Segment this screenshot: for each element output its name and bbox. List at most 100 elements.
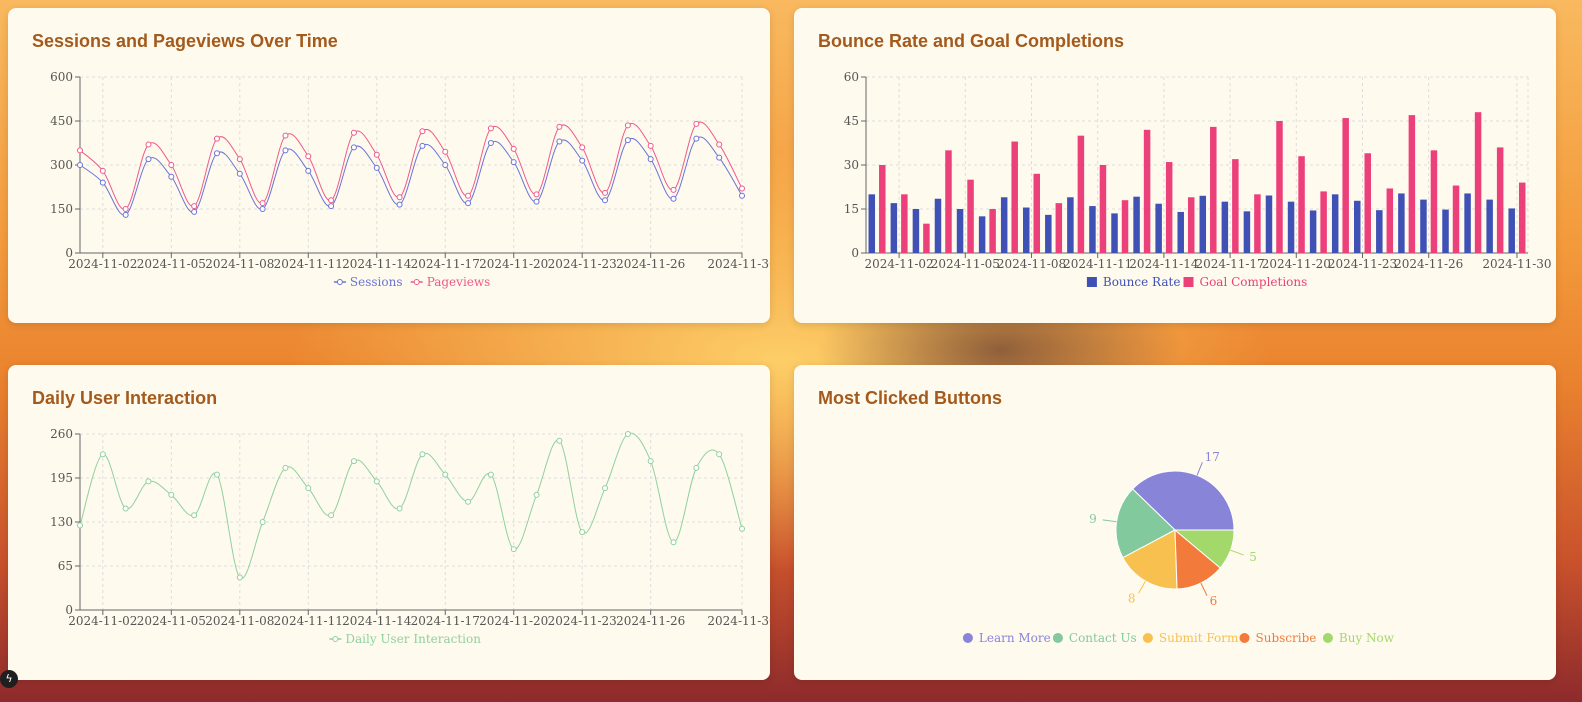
legend-label: Daily User Interaction (345, 632, 481, 646)
daily-interaction-chart: 0651301952602024-11-02 2024-11-05 2024-11-… (50, 427, 770, 646)
bar (1265, 195, 1273, 253)
data-point (305, 485, 312, 492)
data-point (533, 191, 540, 198)
bar (1474, 112, 1482, 253)
data-point (579, 529, 586, 536)
legend-swatch (962, 633, 973, 643)
data-point (419, 128, 426, 135)
x-tick-label: 2024-11-30 (707, 257, 770, 271)
data-point (693, 120, 700, 127)
legend-item: Sessions (333, 275, 403, 289)
pie-value-label: 8 (1128, 591, 1136, 605)
data-point (77, 147, 83, 154)
x-tick-label: 2024-11-23 (548, 614, 617, 628)
legend-item: Learn More (962, 631, 1051, 645)
bar (1320, 191, 1327, 253)
data-point (716, 451, 723, 458)
pie-value-label: 6 (1210, 594, 1218, 608)
data-point (579, 157, 586, 164)
x-tick-label: 2024-11-14 (342, 614, 412, 628)
pie-label-line (1196, 462, 1203, 476)
y-tick-label: 300 (50, 158, 73, 172)
data-point (282, 464, 289, 471)
data-point (122, 211, 129, 218)
y-tick-label: 130 (50, 515, 73, 529)
bar (1089, 206, 1096, 253)
x-tick-label: 2024-11-02 (865, 257, 934, 271)
legend-swatch (1183, 277, 1194, 287)
data-point (145, 141, 152, 148)
legend-swatch (332, 636, 339, 642)
y-tick-label: 0 (851, 246, 859, 260)
data-point (419, 142, 426, 149)
bar (1000, 197, 1008, 253)
data-point (328, 512, 335, 519)
x-tick-label: 2024-11-17 (411, 257, 480, 271)
bar (1199, 195, 1207, 253)
data-point (259, 206, 266, 212)
data-point (602, 485, 609, 492)
pie-label-line (1200, 582, 1208, 596)
legend-item: Buy Now (1322, 631, 1395, 645)
data-point (328, 197, 335, 204)
data-point (396, 505, 403, 512)
data-point (556, 138, 563, 145)
data-point (442, 162, 449, 168)
data-point (716, 141, 723, 148)
bar (1254, 194, 1261, 253)
data-point (350, 129, 357, 136)
x-tick-label: 2024-11-05 (931, 257, 1000, 271)
x-tick-label: 2024-11-26 (616, 257, 685, 271)
x-tick-label: 2024-11-11 (274, 257, 343, 271)
bar (1354, 200, 1361, 253)
x-tick-label: 2024-11-08 (205, 614, 274, 628)
x-tick-label: 2024-11-20 (479, 257, 548, 271)
data-point (624, 122, 631, 129)
x-tick-label: 2024-11-11 (274, 614, 343, 628)
bolt-icon[interactable]: ϟ (0, 670, 18, 688)
x-tick-label: 2024-11-02 (68, 614, 137, 628)
data-point (647, 156, 654, 163)
data-point (739, 185, 745, 192)
data-point (122, 206, 129, 212)
most-clicked-card: Most Clicked Buttons 17 9 8 6 5 Learn More Con… (794, 365, 1556, 680)
bar (934, 198, 942, 253)
bar (1486, 199, 1493, 253)
data-point (373, 478, 380, 485)
pie-label-line (1230, 549, 1244, 556)
data-point (510, 159, 517, 166)
data-point (556, 123, 563, 130)
data-point (305, 167, 312, 174)
bar (1331, 194, 1339, 253)
series-line (79, 432, 743, 579)
bar (1508, 208, 1515, 253)
y-tick-label: 45 (844, 114, 859, 128)
legend-label: Sessions (350, 275, 403, 289)
data-point (647, 458, 654, 465)
bar (1298, 156, 1305, 253)
data-point (77, 162, 83, 168)
y-tick-label: 60 (844, 70, 859, 84)
bounce-goal-card: Bounce Rate and Goal Completions 0 15 30 45… (794, 8, 1556, 323)
data-point (739, 192, 745, 199)
bar (1210, 126, 1217, 253)
bar (1165, 162, 1173, 253)
data-point (191, 208, 198, 215)
data-point (168, 491, 175, 498)
data-point (533, 198, 540, 205)
data-point (259, 519, 266, 525)
data-point (99, 167, 106, 174)
bar (1067, 197, 1074, 253)
data-point (99, 179, 106, 186)
x-tick-label: 2024-11-23 (548, 257, 617, 271)
data-point (122, 505, 129, 512)
bar (923, 223, 930, 253)
data-point (487, 471, 494, 478)
legend-swatch (336, 279, 343, 285)
data-point (602, 189, 609, 196)
y-tick-label: 600 (50, 70, 73, 84)
bar (945, 150, 952, 253)
data-point (419, 451, 426, 458)
bar (1177, 211, 1184, 253)
bar (1309, 210, 1317, 253)
